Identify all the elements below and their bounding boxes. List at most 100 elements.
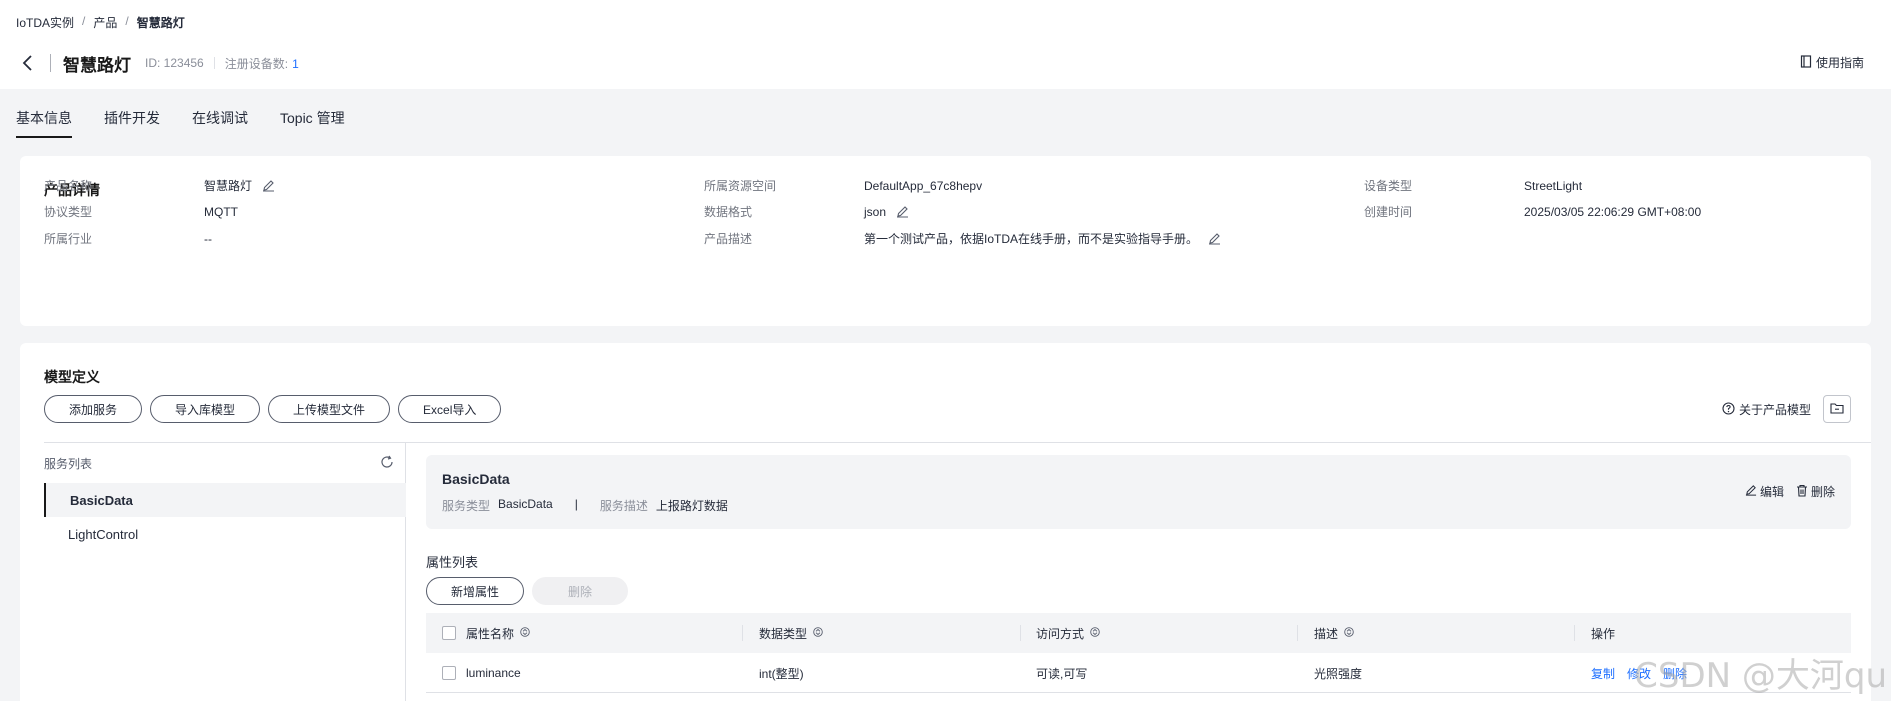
column-divider bbox=[742, 625, 743, 641]
tab-basic-info[interactable]: 基本信息 bbox=[16, 108, 72, 138]
row-checkbox-cell bbox=[442, 653, 456, 693]
column-header-actions: 操作 bbox=[1591, 613, 1615, 653]
question-circle-icon bbox=[1722, 401, 1735, 418]
title-divider bbox=[50, 54, 51, 72]
column-divider bbox=[1574, 625, 1575, 641]
sort-icon[interactable] bbox=[1090, 626, 1100, 640]
field-value: 第一个测试产品，依据IoTDA在线手册，而不是实验指导手册。 bbox=[864, 232, 1199, 246]
page-title: 智慧路灯 bbox=[63, 55, 131, 75]
field-value: DefaultApp_67c8hepv bbox=[864, 178, 983, 193]
edit-pencil-icon[interactable] bbox=[260, 178, 276, 194]
model-definition-card: 模型定义 添加服务 导入库模型 上传模型文件 Excel导入 关于产品模型 服务… bbox=[20, 343, 1871, 701]
header-checkbox-cell bbox=[442, 613, 456, 653]
edit-pencil-icon[interactable] bbox=[1206, 231, 1222, 247]
column-label: 描述 bbox=[1314, 626, 1339, 641]
row-checkbox[interactable] bbox=[442, 666, 456, 680]
field-value: MQTT bbox=[204, 204, 238, 219]
breadcrumb-item-product[interactable]: 产品 bbox=[93, 14, 117, 31]
field-label: 创建时间 bbox=[1364, 205, 1413, 219]
tab-bar: 基本信息 插件开发 在线调试 Topic 管理 bbox=[16, 108, 345, 138]
tab-plugin-dev[interactable]: 插件开发 bbox=[104, 108, 160, 138]
field-data-format: 数据格式 json bbox=[704, 203, 910, 220]
add-service-button[interactable]: 添加服务 bbox=[44, 395, 143, 423]
product-id: ID: 123456 bbox=[145, 56, 204, 70]
service-item-label: LightControl bbox=[68, 526, 139, 542]
service-item-lightcontrol[interactable]: LightControl bbox=[44, 517, 406, 551]
delete-attribute-button[interactable]: 删除 bbox=[532, 577, 628, 605]
device-count: 注册设备数: 1 bbox=[225, 55, 299, 72]
service-name: BasicData bbox=[442, 471, 510, 487]
edit-pencil-icon[interactable] bbox=[894, 204, 910, 220]
attribute-buttons: 新增属性 删除 bbox=[426, 577, 628, 605]
device-count-value[interactable]: 1 bbox=[292, 57, 299, 71]
delete-label: 删除 bbox=[1810, 485, 1835, 499]
field-label: 协议类型 bbox=[44, 205, 93, 219]
column-header-desc[interactable]: 描述 bbox=[1314, 613, 1354, 653]
service-list-label: 服务列表 bbox=[44, 457, 93, 471]
field-label: 所属行业 bbox=[44, 232, 93, 246]
service-list-header: 服务列表 bbox=[44, 455, 394, 472]
field-created-time: 创建时间 2025/03/05 22:06:29 GMT+08:00 bbox=[1364, 203, 1701, 220]
about-product-model-link[interactable]: 关于产品模型 bbox=[1722, 401, 1811, 418]
field-industry: 所属行业 -- bbox=[44, 230, 212, 247]
service-list-panel: 服务列表 BasicData LightControl bbox=[44, 443, 406, 701]
field-label: 产品名称 bbox=[44, 179, 93, 193]
field-label: 设备类型 bbox=[1364, 179, 1413, 193]
service-desc-value: 上报路灯数据 bbox=[655, 499, 728, 513]
select-all-checkbox[interactable] bbox=[442, 626, 456, 640]
field-value: 2025/03/05 22:06:29 GMT+08:00 bbox=[1524, 204, 1702, 219]
breadcrumb-separator: / bbox=[82, 14, 86, 28]
folder-button[interactable] bbox=[1823, 395, 1851, 423]
edit-label: 编辑 bbox=[1759, 485, 1784, 499]
edit-service-button[interactable]: 编辑 bbox=[1745, 483, 1784, 500]
edit-pencil-icon bbox=[1745, 484, 1757, 499]
import-library-model-button[interactable]: 导入库模型 bbox=[150, 395, 261, 423]
column-label: 访问方式 bbox=[1036, 626, 1085, 641]
field-label: 产品描述 bbox=[704, 232, 753, 246]
model-definition-title: 模型定义 bbox=[44, 369, 100, 385]
column-label: 操作 bbox=[1591, 626, 1616, 641]
column-header-name[interactable]: 属性名称 bbox=[466, 613, 530, 653]
attribute-list-title: 属性列表 bbox=[426, 555, 479, 570]
service-actions: 编辑 删除 bbox=[1745, 483, 1835, 500]
service-info-panel: BasicData 服务类型 BasicData | 服务描述 上报路灯数据 编… bbox=[426, 455, 1851, 529]
tab-online-debug[interactable]: 在线调试 bbox=[192, 108, 248, 138]
copy-attribute-link[interactable]: 复制 bbox=[1591, 665, 1615, 682]
model-action-buttons: 添加服务 导入库模型 上传模型文件 Excel导入 bbox=[44, 395, 502, 423]
upload-model-file-button[interactable]: 上传模型文件 bbox=[268, 395, 391, 423]
field-device-type: 设备类型 StreetLight bbox=[1364, 177, 1582, 194]
attribute-table-header: 属性名称 数据类型 访问方式 描述 操作 bbox=[426, 613, 1851, 653]
sort-icon[interactable] bbox=[1344, 626, 1354, 640]
refresh-icon[interactable] bbox=[380, 455, 394, 472]
breadcrumb-item-current: 智慧路灯 bbox=[136, 16, 185, 30]
column-header-access[interactable]: 访问方式 bbox=[1036, 613, 1100, 653]
guide-label: 使用指南 bbox=[1815, 56, 1864, 70]
sort-icon[interactable] bbox=[813, 626, 823, 640]
column-header-type[interactable]: 数据类型 bbox=[759, 613, 823, 653]
field-value: 智慧路灯 bbox=[204, 179, 253, 193]
device-count-label: 注册设备数: bbox=[224, 56, 289, 71]
tab-topic-management[interactable]: Topic 管理 bbox=[280, 108, 345, 138]
breadcrumb-item-instance[interactable]: IoTDA实例 bbox=[16, 14, 74, 31]
breadcrumb-separator: / bbox=[125, 14, 129, 28]
service-meta: 服务类型 BasicData | 服务描述 上报路灯数据 bbox=[442, 497, 728, 514]
trash-icon bbox=[1796, 484, 1808, 500]
cell-type: int(整型) bbox=[759, 666, 804, 681]
delete-service-button[interactable]: 删除 bbox=[1796, 483, 1835, 500]
back-arrow-icon[interactable] bbox=[16, 51, 40, 75]
service-type-value: BasicData bbox=[498, 497, 553, 511]
top-header: IoTDA实例 / 产品 / 智慧路灯 智慧路灯 ID: 123456 注册设备… bbox=[0, 0, 1891, 89]
folder-icon bbox=[1830, 402, 1844, 417]
meta-divider bbox=[213, 57, 215, 69]
book-icon bbox=[1800, 54, 1812, 71]
product-details-card: 产品详情 产品名称 智慧路灯 协议类型 MQTT 所属行业 -- 所属资源空间 … bbox=[20, 156, 1871, 326]
watermark: CSDN @大河qu bbox=[1634, 656, 1887, 696]
field-value: json bbox=[864, 204, 887, 219]
field-description: 产品描述 第一个测试产品，依据IoTDA在线手册，而不是实验指导手册。 bbox=[704, 230, 1222, 247]
guide-link[interactable]: 使用指南 bbox=[1800, 54, 1864, 71]
add-attribute-button[interactable]: 新增属性 bbox=[426, 577, 524, 605]
breadcrumb: IoTDA实例 / 产品 / 智慧路灯 bbox=[16, 14, 185, 31]
excel-import-button[interactable]: Excel导入 bbox=[398, 395, 502, 423]
service-item-basicdata[interactable]: BasicData bbox=[44, 483, 406, 517]
sort-icon[interactable] bbox=[520, 626, 530, 640]
